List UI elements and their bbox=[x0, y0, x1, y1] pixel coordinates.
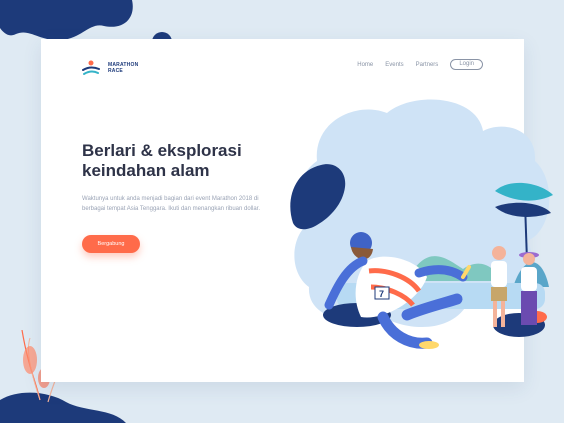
brand-name: MARATHON RACE bbox=[108, 62, 138, 74]
brand-name-line2: RACE bbox=[108, 68, 123, 74]
brand-logo[interactable]: MARATHON RACE bbox=[82, 59, 138, 77]
runner-logo-icon bbox=[82, 60, 100, 75]
join-button[interactable]: Bergabung bbox=[82, 235, 140, 253]
nav-partners-link[interactable]: Partners bbox=[416, 62, 439, 68]
hero-title: Berlari & eksplorasi keindahan alam bbox=[82, 141, 262, 181]
nav-home-link[interactable]: Home bbox=[357, 62, 373, 68]
login-button[interactable]: Login bbox=[450, 59, 483, 70]
hero-title-line2: keindahan alam bbox=[82, 161, 210, 180]
top-nav: Home Events Partners Login bbox=[357, 59, 483, 70]
landing-card: MARATHON RACE Home Events Partners Login… bbox=[41, 39, 553, 382]
marathon-illustration: 7 bbox=[290, 99, 553, 349]
nav-events-link[interactable]: Events bbox=[385, 62, 403, 68]
runner-bib-number: 7 bbox=[379, 289, 384, 299]
hero-title-line1: Berlari & eksplorasi bbox=[82, 141, 242, 160]
hero-description: Waktunya untuk anda menjadi bagian dari … bbox=[82, 196, 261, 212]
